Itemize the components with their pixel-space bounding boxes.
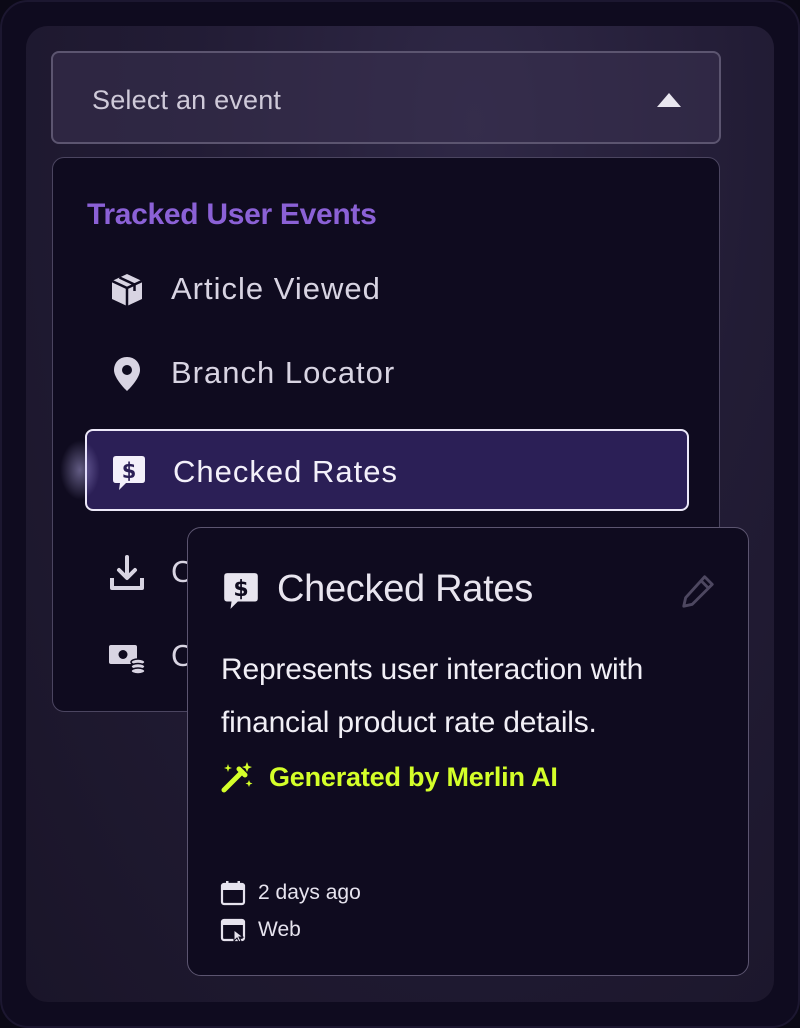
cash-coins-icon — [107, 637, 147, 677]
pencil-icon[interactable] — [679, 572, 717, 610]
calendar-icon — [220, 880, 246, 906]
download-icon — [107, 553, 147, 593]
map-pin-icon — [107, 354, 147, 394]
dollar-chat-icon: $ — [220, 570, 262, 612]
svg-text:$: $ — [233, 577, 248, 602]
group-title-tracked-user-events: Tracked User Events — [87, 198, 377, 231]
ai-generated-label: Generated by Merlin AI — [269, 762, 558, 792]
menu-item-label: Checked Rates — [173, 454, 398, 489]
menu-item-branch-locator[interactable]: Branch Locator — [85, 332, 689, 414]
box-icon — [107, 270, 147, 310]
dollar-chat-icon: $ — [109, 453, 149, 493]
event-detail-card: $ Checked Rates Represents user interact… — [187, 527, 749, 976]
meta-platform-text: Web — [258, 918, 301, 941]
menu-item-label: Article Viewed — [171, 271, 381, 306]
card-description: Represents user interaction with financi… — [221, 653, 644, 739]
magic-wand-icon — [220, 760, 254, 794]
menu-item-checked-rates[interactable]: $ Checked Rates — [85, 429, 689, 511]
event-select-dropdown[interactable]: Select an event — [51, 51, 721, 144]
menu-item-label: Branch Locator — [171, 355, 396, 390]
meta-created-text: 2 days ago — [258, 881, 361, 904]
menu-item-article-viewed[interactable]: Article Viewed — [85, 248, 689, 330]
caret-up-icon — [657, 93, 681, 107]
browser-window-icon — [220, 917, 246, 943]
card-title: Checked Rates — [277, 568, 533, 610]
event-select-placeholder: Select an event — [92, 85, 282, 115]
svg-text:$: $ — [122, 459, 137, 483]
